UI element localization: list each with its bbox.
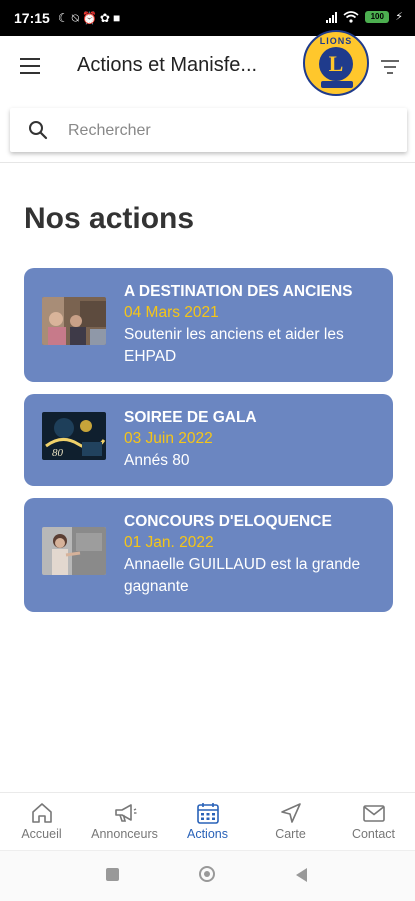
nav-item-actions[interactable]: Actions [166, 793, 249, 851]
navigation-arrow-icon [280, 803, 301, 823]
search-input[interactable] [66, 108, 390, 154]
signal-icon [326, 11, 338, 23]
action-card[interactable]: CONCOURS D'ELOQUENCE 01 Jan. 2022 Annael… [24, 498, 393, 612]
status-time: 17:15 [14, 10, 50, 26]
search-bar[interactable] [10, 108, 407, 154]
action-description: Annés 80 [124, 452, 190, 469]
action-date: 03 Juin 2022 [124, 430, 213, 447]
system-navigation-bar [0, 850, 415, 901]
status-notification-icons: ☾⍉⏰✿■ [58, 11, 123, 26]
action-description: Annaelle GUILLAUD est la grande gagnante [124, 556, 361, 595]
battery-icon: 100 [365, 10, 390, 23]
action-thumbnail [42, 527, 106, 575]
wifi-icon [343, 10, 359, 23]
nav-label: Annonceurs [91, 827, 158, 841]
action-title: SOIREE DE GALA [124, 409, 257, 426]
nav-item-annonceurs[interactable]: Annonceurs [83, 793, 166, 851]
notifications-off-icon: ⍉ [71, 11, 82, 25]
nav-item-accueil[interactable]: Accueil [0, 793, 83, 851]
charging-icon: ⚡ [395, 11, 403, 23]
action-title: CONCOURS D'ELOQUENCE [124, 513, 332, 530]
action-card[interactable]: A DESTINATION DES ANCIENS 04 Mars 2021 S… [24, 268, 393, 382]
action-thumbnail [42, 297, 106, 345]
search-icon [29, 121, 48, 140]
section-title: Nos actions [24, 202, 195, 235]
home-button-icon[interactable] [199, 866, 215, 882]
moon-icon: ☾ [58, 11, 72, 25]
svg-text:80: 80 [52, 447, 64, 459]
alarm-icon: ⏰ [81, 11, 100, 25]
divider [0, 162, 415, 163]
megaphone-icon [114, 804, 136, 822]
action-title: A DESTINATION DES ANCIENS [124, 283, 353, 300]
hamburger-menu-icon[interactable] [20, 58, 40, 74]
nav-label: Contact [351, 827, 396, 841]
nav-label: Carte [275, 827, 306, 841]
logo-text: LIONS [319, 36, 353, 46]
page-title: Actions et Manisfe... [77, 54, 258, 76]
nav-label: Accueil [21, 827, 62, 841]
action-card[interactable]: 80 SOIREE DE GALA 03 Juin 2022 Annés 80 [24, 394, 393, 486]
action-date: 01 Jan. 2022 [124, 534, 214, 551]
mail-icon [362, 805, 385, 822]
home-icon [31, 803, 52, 823]
actions-list: A DESTINATION DES ANCIENS 04 Mars 2021 S… [24, 268, 393, 624]
nav-item-carte[interactable]: Carte [249, 793, 332, 851]
app-icon: ✿ [99, 11, 113, 25]
action-description: Soutenir les anciens et aider les EHPAD [124, 326, 344, 365]
calendar-icon [196, 803, 219, 824]
back-icon[interactable] [296, 868, 307, 882]
bottom-navigation: Accueil Annonceurs Actions Carte Contact [0, 792, 415, 851]
lions-logo: LIONS L [303, 30, 369, 96]
logo-letter: L [319, 47, 353, 81]
filter-icon[interactable] [381, 60, 399, 74]
action-thumbnail: 80 [42, 412, 106, 460]
recent-apps-icon[interactable] [106, 868, 119, 881]
nav-label: Actions [187, 827, 228, 841]
action-date: 04 Mars 2021 [124, 304, 219, 321]
square-icon: ■ [112, 11, 124, 25]
nav-item-contact[interactable]: Contact [332, 793, 415, 851]
status-bar: 17:15 ☾⍉⏰✿■ 100 ⚡ [0, 0, 415, 36]
